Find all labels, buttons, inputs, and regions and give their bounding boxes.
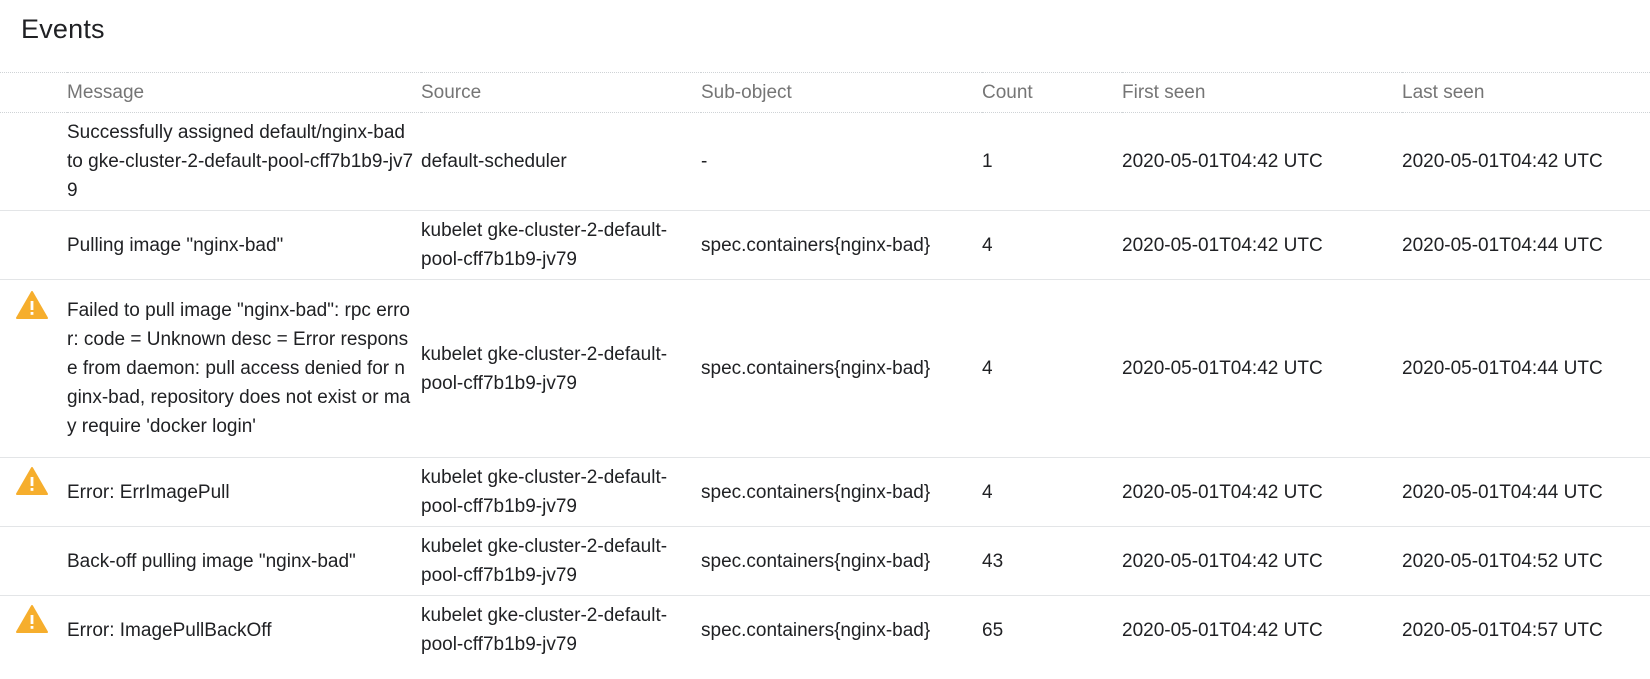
event-last-seen: 2020-05-01T04:52 UTC xyxy=(1402,550,1603,572)
event-first-seen: 2020-05-01T04:42 UTC xyxy=(1122,151,1323,172)
warning-icon xyxy=(16,467,48,495)
event-source: default-scheduler xyxy=(421,151,567,172)
warning-dot xyxy=(30,626,34,629)
event-source: kubelet gke-cluster-2-default-pool-cff7b… xyxy=(421,220,668,270)
table-row[interactable]: Failed to pull image "nginx-bad": rpc er… xyxy=(0,280,1650,458)
event-icon-cell xyxy=(0,211,67,280)
event-message: Pulling image "nginx-bad" xyxy=(67,234,284,256)
events-table: Message Source Sub-object Count First se… xyxy=(0,72,1650,664)
event-count: 1 xyxy=(982,151,993,172)
event-last-seen: 2020-05-01T04:44 UTC xyxy=(1402,358,1603,379)
event-message: Error: ImagePullBackOff xyxy=(67,619,272,641)
column-header-icon xyxy=(0,73,67,113)
table-header-row: Message Source Sub-object Count First se… xyxy=(0,72,1650,113)
event-count: 43 xyxy=(982,550,1004,572)
table-row[interactable]: Back-off pulling image "nginx-bad" kubel… xyxy=(0,527,1650,596)
event-count: 4 xyxy=(982,234,993,256)
warning-dot xyxy=(30,312,34,315)
event-message: Successfully assigned default/nginx-bad … xyxy=(67,122,414,201)
table-row[interactable]: Successfully assigned default/nginx-bad … xyxy=(0,113,1650,211)
event-sub-object: spec.containers{nginx-bad} xyxy=(701,550,931,572)
event-last-seen: 2020-05-01T04:57 UTC xyxy=(1402,619,1603,641)
event-first-seen: 2020-05-01T04:42 UTC xyxy=(1122,550,1323,572)
column-header-source[interactable]: Source xyxy=(421,73,701,113)
event-first-seen: 2020-05-01T04:42 UTC xyxy=(1122,619,1323,641)
event-sub-object: - xyxy=(701,151,708,172)
column-header-sub-object[interactable]: Sub-object xyxy=(701,73,982,113)
warning-mark xyxy=(30,615,34,624)
event-source: kubelet gke-cluster-2-default-pool-cff7b… xyxy=(421,605,668,655)
event-sub-object: spec.containers{nginx-bad} xyxy=(701,619,931,641)
event-icon-cell xyxy=(0,458,67,527)
column-header-first-seen[interactable]: First seen xyxy=(1122,73,1402,113)
table-row[interactable]: Error: ImagePullBackOff kubelet gke-clus… xyxy=(0,596,1650,665)
panel-title: Events xyxy=(21,14,105,44)
table-row[interactable]: Pulling image "nginx-bad" kubelet gke-cl… xyxy=(0,211,1650,280)
warning-icon xyxy=(16,605,48,633)
table-row[interactable]: Error: ErrImagePull kubelet gke-cluster-… xyxy=(0,458,1650,527)
event-last-seen: 2020-05-01T04:44 UTC xyxy=(1402,234,1603,256)
event-count: 4 xyxy=(982,358,993,379)
event-count: 65 xyxy=(982,619,1004,641)
column-header-last-seen[interactable]: Last seen xyxy=(1402,73,1650,113)
column-header-count[interactable]: Count xyxy=(982,73,1122,113)
warning-dot xyxy=(30,488,34,491)
event-message: Back-off pulling image "nginx-bad" xyxy=(67,550,356,572)
event-sub-object: spec.containers{nginx-bad} xyxy=(701,358,931,379)
event-message: Failed to pull image "nginx-bad": rpc er… xyxy=(67,300,411,437)
event-first-seen: 2020-05-01T04:42 UTC xyxy=(1122,234,1323,256)
event-source: kubelet gke-cluster-2-default-pool-cff7b… xyxy=(421,343,668,394)
event-message: Error: ErrImagePull xyxy=(67,481,230,503)
column-header-message[interactable]: Message xyxy=(67,73,421,113)
warning-mark xyxy=(30,301,34,310)
warning-mark xyxy=(30,477,34,486)
event-first-seen: 2020-05-01T04:42 UTC xyxy=(1122,481,1323,503)
event-sub-object: spec.containers{nginx-bad} xyxy=(701,234,931,256)
event-icon-cell xyxy=(0,527,67,596)
event-count: 4 xyxy=(982,481,993,503)
event-source: kubelet gke-cluster-2-default-pool-cff7b… xyxy=(421,467,668,517)
event-icon-cell xyxy=(0,113,67,211)
event-source: kubelet gke-cluster-2-default-pool-cff7b… xyxy=(421,536,668,586)
event-last-seen: 2020-05-01T04:44 UTC xyxy=(1402,481,1603,503)
event-first-seen: 2020-05-01T04:42 UTC xyxy=(1122,358,1323,379)
event-last-seen: 2020-05-01T04:42 UTC xyxy=(1402,151,1603,172)
warning-icon xyxy=(16,291,48,319)
event-icon-cell xyxy=(0,596,67,665)
event-icon-cell xyxy=(0,280,67,458)
event-sub-object: spec.containers{nginx-bad} xyxy=(701,481,931,503)
